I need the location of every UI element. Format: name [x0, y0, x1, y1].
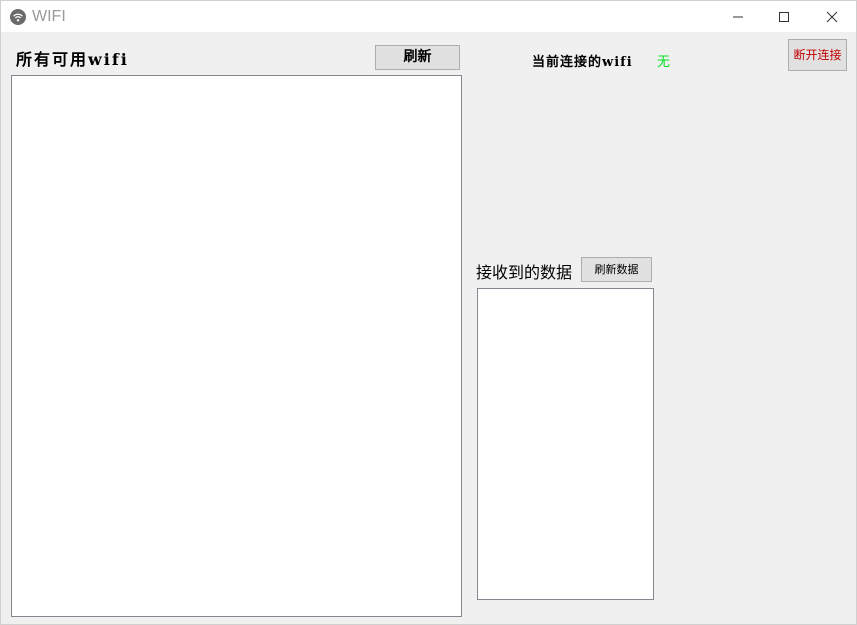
available-wifi-label: 所有可用wifi: [16, 50, 129, 69]
close-button[interactable]: [809, 1, 855, 32]
maximize-button[interactable]: [761, 1, 807, 32]
current-wifi-value: 无: [657, 55, 671, 70]
title-bar[interactable]: WIFI: [1, 1, 856, 32]
current-wifi-label: 当前连接的wifi: [532, 55, 633, 70]
received-data-label: 接收到的数据: [476, 263, 573, 282]
wifi-list[interactable]: [11, 75, 462, 617]
received-data-list[interactable]: [477, 288, 654, 600]
minimize-button[interactable]: [715, 1, 761, 32]
app-window: WIFI 所有可用wifi 刷新 当前连接的wifi 无 断开连接 接收到的数据…: [0, 0, 857, 625]
refresh-data-button[interactable]: 刷新数据: [581, 257, 652, 282]
maximize-icon: [779, 12, 789, 22]
window-title: WIFI: [32, 8, 66, 25]
wifi-icon: [10, 9, 26, 25]
refresh-button[interactable]: 刷新: [375, 45, 460, 70]
close-icon: [826, 11, 838, 23]
disconnect-button[interactable]: 断开连接: [788, 39, 847, 71]
minimize-icon: [733, 16, 743, 18]
